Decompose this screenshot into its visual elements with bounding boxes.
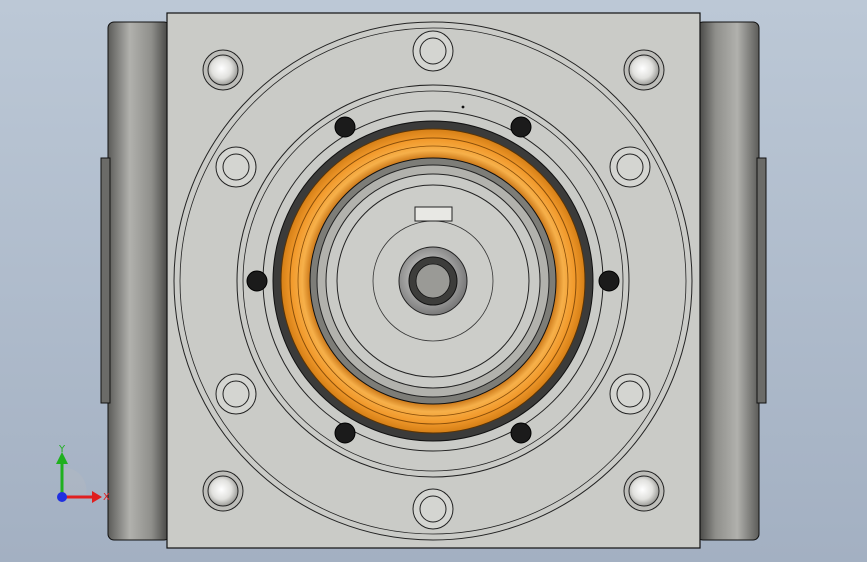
right-side-shaft-housing bbox=[696, 21, 767, 541]
reference-dot bbox=[461, 105, 465, 109]
triad-y-label: Y bbox=[58, 444, 66, 455]
cad-model-canvas[interactable]: Y X bbox=[0, 0, 867, 562]
bolt-top-left bbox=[202, 49, 244, 91]
bolt-bottom-left bbox=[202, 470, 244, 512]
shaft-keyway bbox=[414, 206, 453, 222]
left-side-shaft-housing bbox=[100, 21, 171, 541]
triad-z-axis bbox=[57, 492, 67, 502]
cad-viewport[interactable]: Y X bbox=[0, 0, 867, 562]
bolt-top-right bbox=[623, 49, 665, 91]
bolt-bottom-right bbox=[623, 470, 665, 512]
triad-x-label: X bbox=[103, 492, 110, 503]
output-shaft bbox=[336, 184, 530, 378]
